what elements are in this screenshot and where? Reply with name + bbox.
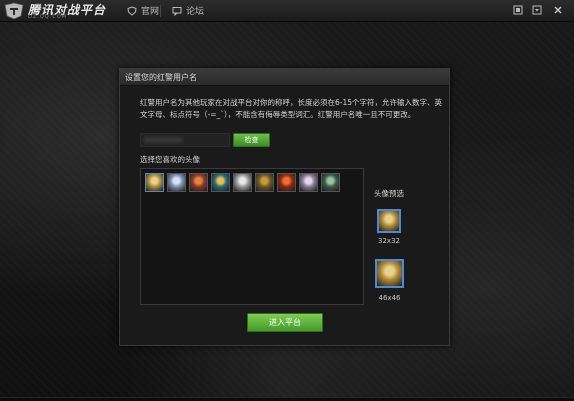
avatar-option[interactable] xyxy=(321,173,340,192)
preview-small-size: 32x32 xyxy=(378,237,400,245)
choose-avatar-label: 选择您喜欢的头像 xyxy=(140,155,200,164)
app-logo-icon xyxy=(4,2,24,20)
avatar-grid xyxy=(140,168,364,305)
check-button[interactable]: 检查 xyxy=(233,133,270,147)
avatar-option[interactable] xyxy=(233,173,252,192)
chat-icon xyxy=(172,6,182,16)
enter-platform-button[interactable]: 进入平台 xyxy=(247,313,323,332)
avatar-option[interactable] xyxy=(277,173,296,192)
close-button[interactable] xyxy=(552,4,564,16)
shield-icon xyxy=(127,5,137,16)
avatar-option[interactable] xyxy=(255,173,274,192)
avatar-option[interactable] xyxy=(145,173,164,192)
avatar-option[interactable] xyxy=(167,173,186,192)
username-setup-dialog: 设置您的红警用户名 红警用户名为其他玩家在对战平台对你的称呼，长度必须在6-15… xyxy=(119,68,450,346)
menu-dropdown-icon xyxy=(532,5,542,15)
nav-forum[interactable]: 论坛 xyxy=(172,4,204,17)
nav-official-site[interactable]: 官网 xyxy=(127,4,159,17)
skin-button[interactable] xyxy=(512,4,524,16)
dialog-title: 设置您的红警用户名 xyxy=(120,69,449,86)
menu-button[interactable] xyxy=(531,4,543,16)
bottom-edge xyxy=(0,397,574,401)
skin-icon xyxy=(513,5,523,15)
brand-url: DZ.QQ.COM xyxy=(28,14,68,20)
avatar-option[interactable] xyxy=(189,173,208,192)
username-rules-text: 红警用户名为其他玩家在对战平台对你的称呼，长度必须在6-15个字符，允许输入数字… xyxy=(140,98,443,119)
avatar-preview-label: 头像预选 xyxy=(374,189,404,198)
avatar-option[interactable] xyxy=(211,173,230,192)
preview-large-size: 46x46 xyxy=(378,294,401,302)
avatar-list xyxy=(145,173,340,192)
nav-divider xyxy=(160,5,161,17)
nav-official-site-label: 官网 xyxy=(141,7,160,17)
avatar-option[interactable] xyxy=(299,173,318,192)
blurred-username xyxy=(144,137,182,143)
close-icon xyxy=(554,6,562,14)
avatar-preview-large xyxy=(375,259,404,288)
avatar-preview-small xyxy=(377,209,401,233)
title-bar: 腾讯对战平台 DZ.QQ.COM 官网 论坛 xyxy=(0,0,574,22)
nav-forum-label: 论坛 xyxy=(186,7,205,17)
